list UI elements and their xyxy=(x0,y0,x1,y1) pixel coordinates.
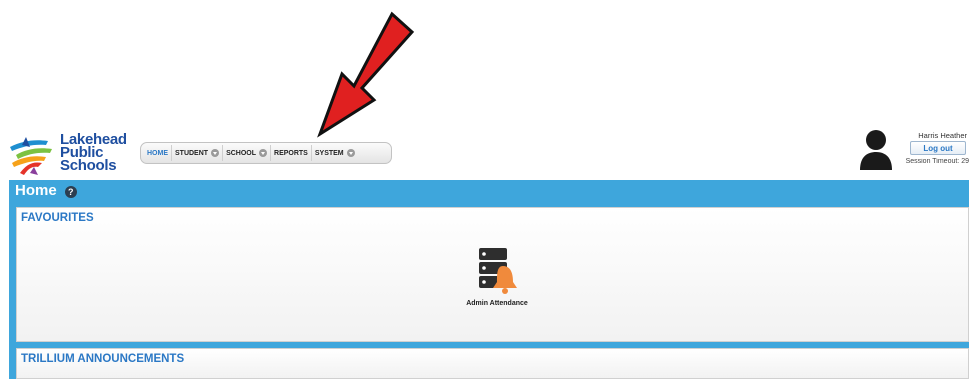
favourite-admin-attendance[interactable]: Admin Attendance xyxy=(442,246,552,307)
nav-home[interactable]: HOME xyxy=(144,145,172,161)
main-panel: Home ? FAVOURITES Admin Attendance TRILL… xyxy=(9,180,969,379)
nav-student[interactable]: STUDENT xyxy=(172,145,224,161)
logout-button[interactable]: Log out xyxy=(910,141,966,155)
page-title: Home ? xyxy=(15,182,77,199)
page-title-text: Home xyxy=(15,182,57,199)
nav-school-label: SCHOOL xyxy=(226,149,257,157)
logo-line-3: Schools xyxy=(60,157,117,174)
nav-reports-label: REPORTS xyxy=(274,149,308,157)
nav-reports[interactable]: REPORTS xyxy=(271,145,312,161)
chevron-down-icon[interactable] xyxy=(259,149,268,157)
announcements-title: TRILLIUM ANNOUNCEMENTS xyxy=(21,353,185,365)
star-logo-icon xyxy=(10,137,52,175)
announcements-section: TRILLIUM ANNOUNCEMENTS xyxy=(16,348,969,379)
favourite-label: Admin Attendance xyxy=(466,300,528,307)
session-timeout: Session Timeout: 29 xyxy=(905,158,969,165)
nav-school[interactable]: SCHOOL xyxy=(223,145,272,161)
school-board-logo: Lakehead Public Schools xyxy=(8,132,127,177)
chevron-down-icon[interactable] xyxy=(211,149,220,157)
user-name: Harris Heather xyxy=(918,131,967,140)
nav-system-label: SYSTEM xyxy=(314,149,344,157)
nav-home-label: HOME xyxy=(147,149,168,157)
favourites-title: FAVOURITES xyxy=(21,212,94,224)
nav-system[interactable]: SYSTEM xyxy=(312,145,358,161)
server-bell-icon xyxy=(479,248,517,294)
help-icon[interactable]: ? xyxy=(64,185,77,198)
main-nav: HOME STUDENT SCHOOL REPORTS SYSTEM xyxy=(140,142,392,164)
chevron-down-icon[interactable] xyxy=(346,149,355,157)
annotation-arrow-icon xyxy=(317,11,415,138)
nav-student-label: STUDENT xyxy=(175,149,209,157)
favourites-section: FAVOURITES Admin Attendance xyxy=(16,207,969,342)
